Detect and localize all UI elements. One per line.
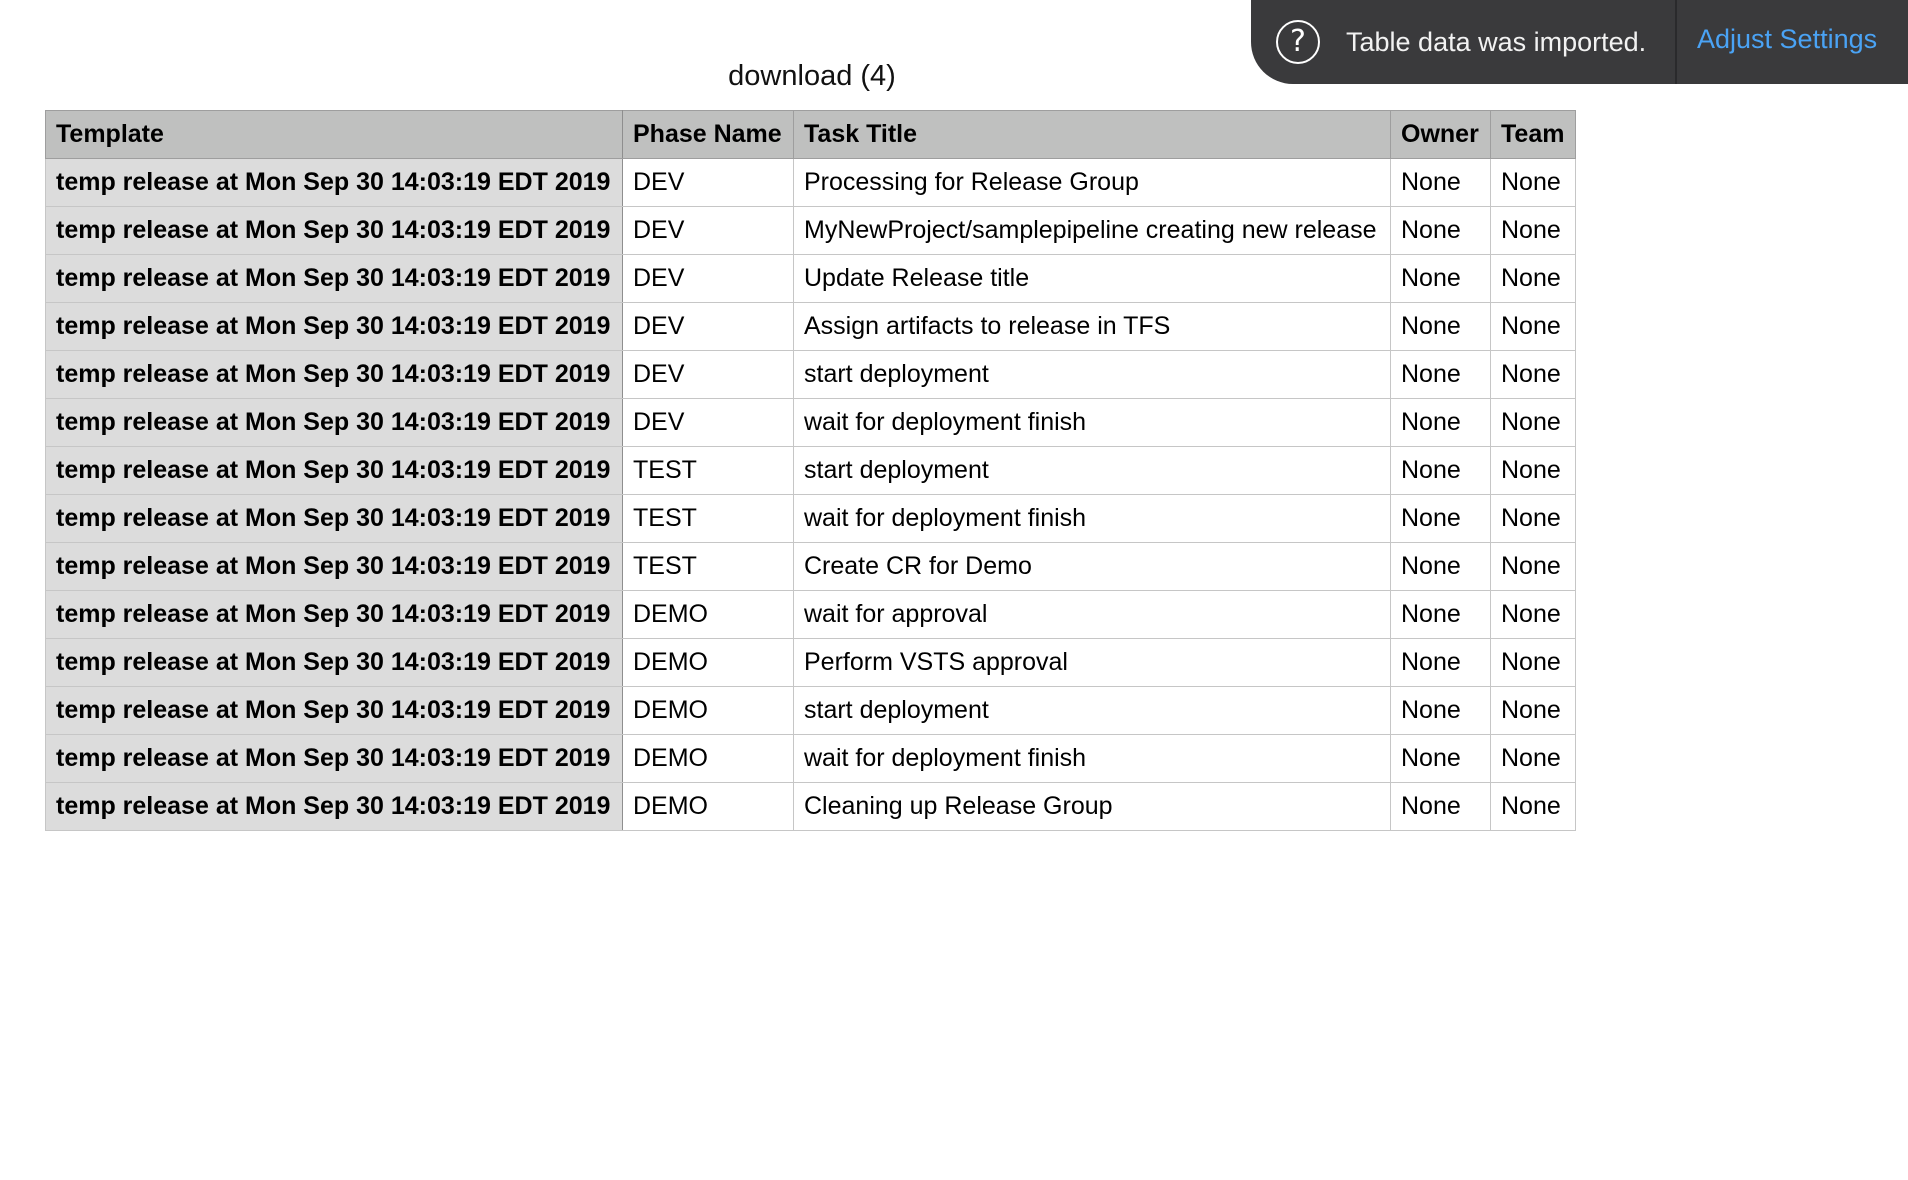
phase-name-cell[interactable]: DEV [622, 398, 794, 447]
owner-cell[interactable]: None [1390, 158, 1491, 207]
column-header-phase-name[interactable]: Phase Name [622, 110, 794, 159]
team-cell[interactable]: None [1490, 686, 1576, 735]
template-cell[interactable]: temp release at Mon Sep 30 14:03:19 EDT … [45, 206, 623, 255]
task-title-cell[interactable]: MyNewProject/samplepipeline creating new… [793, 206, 1391, 255]
spreadsheet-canvas: download (4) Template Phase Name Task Ti… [0, 0, 1908, 1180]
phase-name-cell[interactable]: DEV [622, 206, 794, 255]
task-title-cell[interactable]: wait for deployment finish [793, 398, 1391, 447]
team-cell[interactable]: None [1490, 542, 1576, 591]
data-table[interactable]: Template Phase Name Task Title Owner Tea… [45, 110, 1576, 831]
team-cell[interactable]: None [1490, 782, 1576, 831]
team-cell[interactable]: None [1490, 254, 1576, 303]
column-header-template[interactable]: Template [45, 110, 623, 159]
question-circle-icon[interactable]: ? [1276, 20, 1320, 64]
toast-divider [1675, 0, 1677, 84]
owner-cell[interactable]: None [1390, 494, 1491, 543]
template-cell[interactable]: temp release at Mon Sep 30 14:03:19 EDT … [45, 494, 623, 543]
team-cell[interactable]: None [1490, 494, 1576, 543]
owner-cell[interactable]: None [1390, 638, 1491, 687]
task-title-cell[interactable]: wait for deployment finish [793, 494, 1391, 543]
team-cell[interactable]: None [1490, 638, 1576, 687]
table-row: temp release at Mon Sep 30 14:03:19 EDT … [45, 494, 1576, 543]
column-header-task-title[interactable]: Task Title [793, 110, 1391, 159]
template-cell[interactable]: temp release at Mon Sep 30 14:03:19 EDT … [45, 350, 623, 399]
toast-message: Table data was imported. [1346, 26, 1647, 57]
task-title-cell[interactable]: wait for approval [793, 590, 1391, 639]
task-title-cell[interactable]: wait for deployment finish [793, 734, 1391, 783]
header-row: Template Phase Name Task Title Owner Tea… [45, 110, 1576, 159]
owner-cell[interactable]: None [1390, 398, 1491, 447]
task-title-cell[interactable]: start deployment [793, 446, 1391, 495]
phase-name-cell[interactable]: DEMO [622, 638, 794, 687]
phase-name-cell[interactable]: DEV [622, 302, 794, 351]
phase-name-cell[interactable]: DEMO [622, 686, 794, 735]
task-title-cell[interactable]: Cleaning up Release Group [793, 782, 1391, 831]
phase-name-cell[interactable]: DEMO [622, 782, 794, 831]
task-title-cell[interactable]: Assign artifacts to release in TFS [793, 302, 1391, 351]
template-cell[interactable]: temp release at Mon Sep 30 14:03:19 EDT … [45, 686, 623, 735]
team-cell[interactable]: None [1490, 398, 1576, 447]
team-cell[interactable]: None [1490, 446, 1576, 495]
phase-name-cell[interactable]: TEST [622, 542, 794, 591]
task-title-cell[interactable]: start deployment [793, 350, 1391, 399]
team-cell[interactable]: None [1490, 350, 1576, 399]
owner-cell[interactable]: None [1390, 542, 1491, 591]
template-cell[interactable]: temp release at Mon Sep 30 14:03:19 EDT … [45, 734, 623, 783]
task-title-cell[interactable]: Update Release title [793, 254, 1391, 303]
phase-name-cell[interactable]: DEMO [622, 590, 794, 639]
table-row: temp release at Mon Sep 30 14:03:19 EDT … [45, 398, 1576, 447]
table-row: temp release at Mon Sep 30 14:03:19 EDT … [45, 734, 1576, 783]
owner-cell[interactable]: None [1390, 446, 1491, 495]
column-header-owner[interactable]: Owner [1390, 110, 1491, 159]
table-row: temp release at Mon Sep 30 14:03:19 EDT … [45, 542, 1576, 591]
table-row: temp release at Mon Sep 30 14:03:19 EDT … [45, 638, 1576, 687]
team-cell[interactable]: None [1490, 206, 1576, 255]
table-row: temp release at Mon Sep 30 14:03:19 EDT … [45, 158, 1576, 207]
column-header-team[interactable]: Team [1490, 110, 1576, 159]
owner-cell[interactable]: None [1390, 734, 1491, 783]
phase-name-cell[interactable]: TEST [622, 494, 794, 543]
table-row: temp release at Mon Sep 30 14:03:19 EDT … [45, 782, 1576, 831]
team-cell[interactable]: None [1490, 734, 1576, 783]
phase-name-cell[interactable]: DEMO [622, 734, 794, 783]
phase-name-cell[interactable]: DEV [622, 350, 794, 399]
table-row: temp release at Mon Sep 30 14:03:19 EDT … [45, 206, 1576, 255]
template-cell[interactable]: temp release at Mon Sep 30 14:03:19 EDT … [45, 446, 623, 495]
table-row: temp release at Mon Sep 30 14:03:19 EDT … [45, 590, 1576, 639]
template-cell[interactable]: temp release at Mon Sep 30 14:03:19 EDT … [45, 542, 623, 591]
table-row: temp release at Mon Sep 30 14:03:19 EDT … [45, 446, 1576, 495]
import-notification-toast: ? Table data was imported. Adjust Settin… [1251, 0, 1908, 84]
owner-cell[interactable]: None [1390, 350, 1491, 399]
phase-name-cell[interactable]: DEV [622, 158, 794, 207]
team-cell[interactable]: None [1490, 590, 1576, 639]
owner-cell[interactable]: None [1390, 686, 1491, 735]
task-title-cell[interactable]: Create CR for Demo [793, 542, 1391, 591]
adjust-settings-button[interactable]: Adjust Settings [1697, 0, 1877, 84]
template-cell[interactable]: temp release at Mon Sep 30 14:03:19 EDT … [45, 398, 623, 447]
template-cell[interactable]: temp release at Mon Sep 30 14:03:19 EDT … [45, 302, 623, 351]
owner-cell[interactable]: None [1390, 254, 1491, 303]
owner-cell[interactable]: None [1390, 590, 1491, 639]
task-title-cell[interactable]: start deployment [793, 686, 1391, 735]
task-title-cell[interactable]: Processing for Release Group [793, 158, 1391, 207]
table-row: temp release at Mon Sep 30 14:03:19 EDT … [45, 686, 1576, 735]
owner-cell[interactable]: None [1390, 206, 1491, 255]
task-title-cell[interactable]: Perform VSTS approval [793, 638, 1391, 687]
team-cell[interactable]: None [1490, 302, 1576, 351]
table-row: temp release at Mon Sep 30 14:03:19 EDT … [45, 350, 1576, 399]
owner-cell[interactable]: None [1390, 302, 1491, 351]
team-cell[interactable]: None [1490, 158, 1576, 207]
template-cell[interactable]: temp release at Mon Sep 30 14:03:19 EDT … [45, 782, 623, 831]
template-cell[interactable]: temp release at Mon Sep 30 14:03:19 EDT … [45, 158, 623, 207]
table-row: temp release at Mon Sep 30 14:03:19 EDT … [45, 254, 1576, 303]
template-cell[interactable]: temp release at Mon Sep 30 14:03:19 EDT … [45, 254, 623, 303]
phase-name-cell[interactable]: DEV [622, 254, 794, 303]
template-cell[interactable]: temp release at Mon Sep 30 14:03:19 EDT … [45, 590, 623, 639]
owner-cell[interactable]: None [1390, 782, 1491, 831]
template-cell[interactable]: temp release at Mon Sep 30 14:03:19 EDT … [45, 638, 623, 687]
phase-name-cell[interactable]: TEST [622, 446, 794, 495]
table-row: temp release at Mon Sep 30 14:03:19 EDT … [45, 302, 1576, 351]
